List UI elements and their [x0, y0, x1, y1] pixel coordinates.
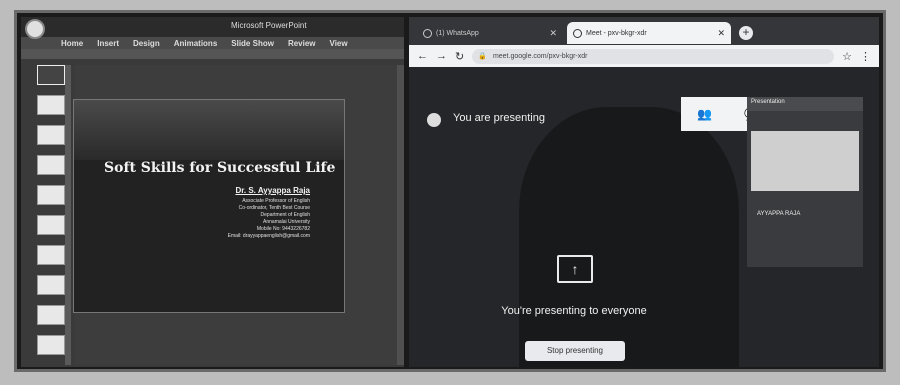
stop-presenting-button[interactable]: Stop presenting: [525, 341, 625, 361]
new-tab-button[interactable]: +: [739, 26, 753, 40]
forward-icon[interactable]: →: [436, 50, 447, 62]
slide-thumbnails: [27, 65, 67, 365]
reload-icon[interactable]: ↻: [455, 50, 464, 63]
slide-thumbnail[interactable]: [37, 215, 65, 235]
slide-detail-line: Email: drayyappaenglish@gmail.com: [227, 233, 310, 239]
slide-scrollbar[interactable]: [397, 65, 404, 365]
whatsapp-icon: [423, 28, 432, 38]
presenting-status: You are presenting: [453, 112, 545, 124]
presentation-tile[interactable]: Presentation AYYAPPA RAJA: [747, 97, 863, 267]
ppt-titlebar: Microsoft PowerPoint: [21, 17, 404, 39]
current-slide[interactable]: Soft Skills for Successful Life Dr. S. A…: [73, 99, 345, 313]
back-icon[interactable]: ←: [417, 50, 428, 62]
slide-thumbnail[interactable]: [37, 65, 65, 85]
ppt-toolbar: [21, 49, 404, 59]
slide-detail-line: Associate Professor of English: [242, 198, 310, 204]
slide-thumbnail[interactable]: [37, 245, 65, 265]
slide-thumbnail[interactable]: [37, 275, 65, 295]
url-text: meet.google.com/pxv-bkgr-xdr: [492, 52, 588, 60]
slide-thumbnail[interactable]: [37, 95, 65, 115]
ribbon-tab-home[interactable]: Home: [61, 39, 83, 48]
presentation-tile-label: Presentation: [747, 97, 863, 111]
office-button[interactable]: [25, 19, 45, 39]
thumbnail-scrollbar[interactable]: [65, 65, 71, 365]
slide-thumbnail[interactable]: [37, 125, 65, 145]
slide-thumbnail[interactable]: [37, 185, 65, 205]
tab-strip: (1) WhatsApp ✕ Meet - pxv-bkgr-xdr ✕ +: [409, 17, 879, 45]
presenting-message: You're presenting to everyone: [501, 305, 647, 317]
presenter-name: Dr. S. Ayyappa Raja: [235, 186, 310, 195]
slide-detail-line: Department of English: [260, 212, 310, 218]
slide-title: Soft Skills for Successful Life: [104, 160, 336, 176]
slide-thumbnail[interactable]: [37, 305, 65, 325]
ppt-ribbon-tabs: Home Insert Design Animations Slide Show…: [21, 37, 404, 49]
slide-thumbnail[interactable]: [37, 335, 65, 355]
presenter-tile-name: AYYAPPA RAJA: [757, 211, 801, 217]
slide-detail-line: Annamalai University: [263, 219, 310, 225]
people-icon[interactable]: 👥: [697, 107, 712, 121]
ribbon-tab-review[interactable]: Review: [288, 39, 316, 48]
ribbon-tab-insert[interactable]: Insert: [97, 39, 119, 48]
ppt-window-title: Microsoft PowerPoint: [231, 21, 307, 30]
slide-detail-line: Co-ordinator, Tenth Best Course: [238, 205, 310, 211]
ribbon-tab-design[interactable]: Design: [133, 39, 160, 48]
powerpoint-window: Microsoft PowerPoint Home Insert Design …: [21, 17, 404, 367]
close-icon[interactable]: ✕: [717, 28, 725, 39]
slide-header-band: [74, 100, 344, 160]
tab-meet[interactable]: Meet - pxv-bkgr-xdr ✕: [567, 22, 731, 44]
meet-icon: [573, 28, 582, 38]
meet-logo-icon: [427, 113, 441, 127]
screen-share-icon: ↑: [557, 255, 593, 283]
ribbon-tab-animations[interactable]: Animations: [174, 39, 218, 48]
tab-whatsapp[interactable]: (1) WhatsApp ✕: [417, 22, 563, 44]
tab-label: Meet - pxv-bkgr-xdr: [586, 29, 647, 37]
presentation-thumbnail: [751, 131, 859, 191]
star-icon[interactable]: ☆: [842, 50, 852, 63]
meet-stage: You are presenting 👥 💬 Presentation AYYA…: [409, 67, 879, 367]
slide-thumbnail[interactable]: [37, 155, 65, 175]
chrome-window: (1) WhatsApp ✕ Meet - pxv-bkgr-xdr ✕ + ←…: [409, 17, 879, 367]
tab-label: (1) WhatsApp: [436, 29, 479, 37]
slide-detail-line: Mobile No: 9443226782: [256, 226, 310, 232]
address-bar[interactable]: 🔒 meet.google.com/pxv-bkgr-xdr: [472, 48, 835, 64]
menu-icon[interactable]: ⋮: [860, 50, 871, 63]
presenter-shadow: [519, 107, 739, 367]
lock-icon: 🔒: [478, 53, 487, 60]
ribbon-tab-view[interactable]: View: [330, 39, 348, 48]
close-icon[interactable]: ✕: [549, 28, 557, 39]
ribbon-tab-slide-show[interactable]: Slide Show: [231, 39, 274, 48]
screen-frame: Microsoft PowerPoint Home Insert Design …: [14, 10, 886, 372]
browser-toolbar: ← → ↻ 🔒 meet.google.com/pxv-bkgr-xdr ☆ ⋮: [409, 45, 879, 67]
